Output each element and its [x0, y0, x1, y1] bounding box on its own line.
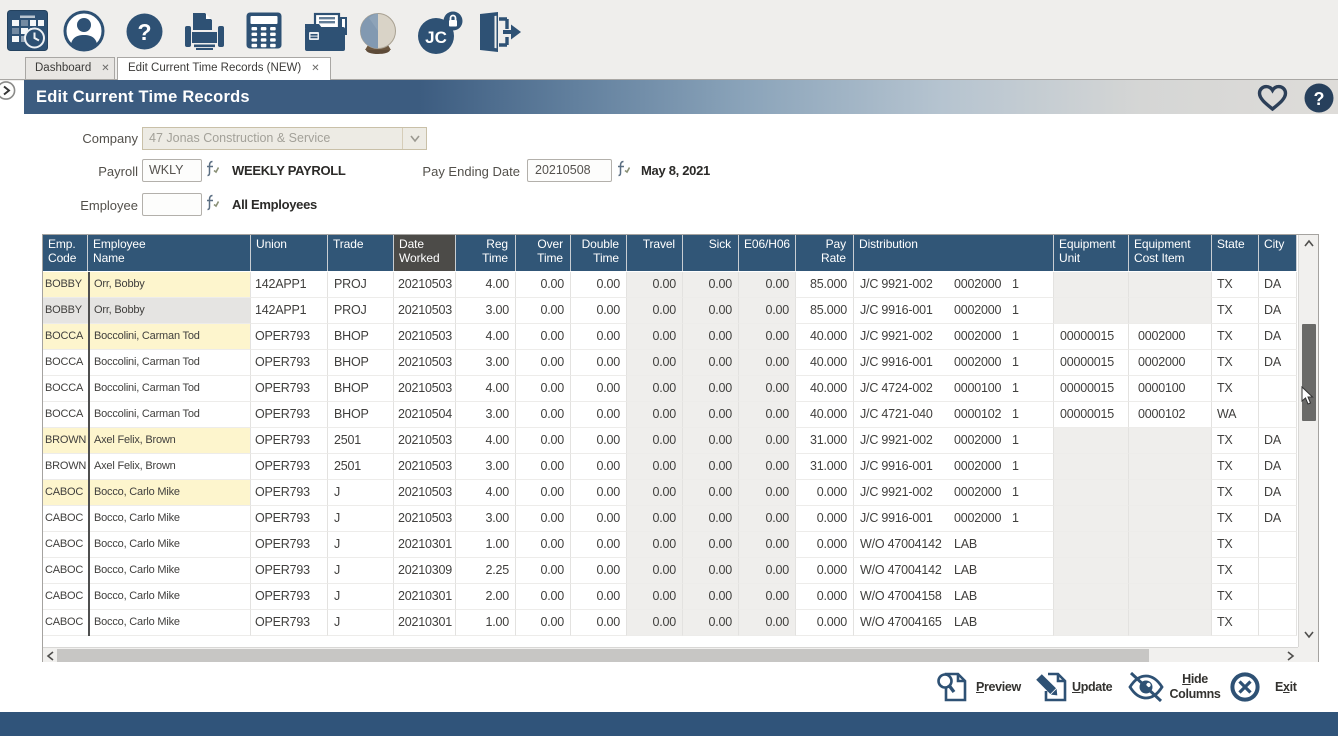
svg-text:?: ? — [1314, 89, 1325, 109]
svg-text:JC: JC — [425, 28, 447, 47]
svg-text:?: ? — [137, 19, 151, 45]
